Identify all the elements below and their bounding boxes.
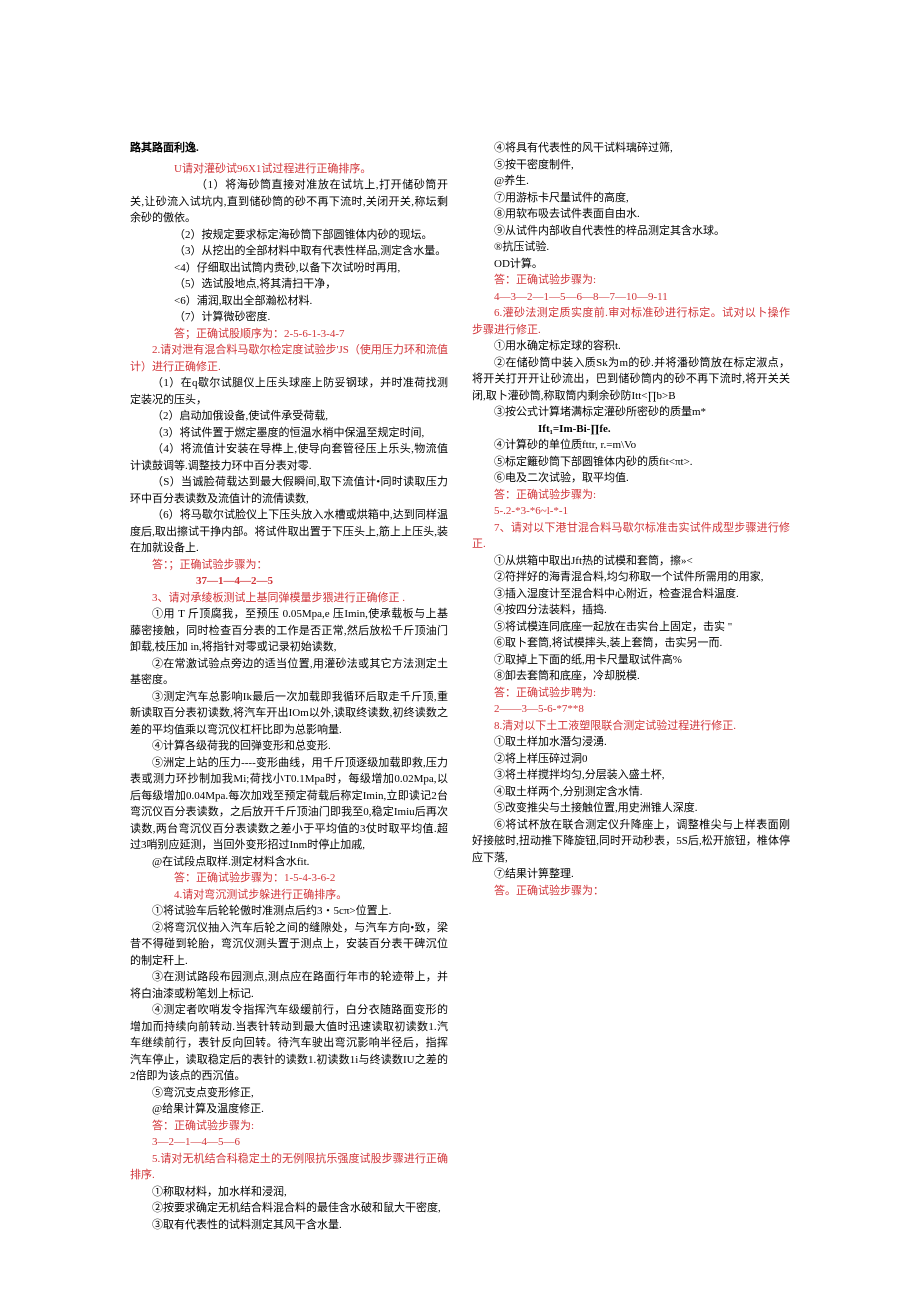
q3-title: 3、请对承绫板测试上基同弹模量步猥进行正确修正 .: [130, 590, 448, 607]
q5-step10: ®抗压试验.: [472, 239, 790, 256]
q8-step7: ⑦结果计箅整理.: [472, 866, 790, 883]
q2-step3: （3）将试件置于燃定墨度的恒温水梢中保温至规定时间,: [130, 425, 448, 442]
q7-step8: ⑧卸去套筒和底座，冷却脱模.: [472, 668, 790, 685]
doc-title: 路其路面利逸.: [130, 140, 448, 157]
q2-answer: 37—1—4—2—5: [130, 573, 448, 590]
q7-step3: ③插入湿度计至混合料中心附近，检查混合料温度.: [472, 586, 790, 603]
q1-step4: <4）仔细取出试筒内贵砂,以备下次试吩时再用,: [130, 260, 448, 277]
q1-step5: （5）选试股地点,将其清扫干净，: [130, 276, 448, 293]
q3-step3: ③测定汽车总影响Ik最后一次加载即我循环后取走千斤顶,重新读取百分表初读数,将汽…: [130, 689, 448, 739]
q6-answer-label: 答：正确试验步骤为:: [472, 487, 790, 504]
q4-step4: ④测定者吹哨发令指挥汽车级缓前行，白分衣随路面变形的增加而持续向前转动.当表针转…: [130, 1002, 448, 1085]
q7-step7: ⑦取掉上下面的纸,用卡尺量取试件高%: [472, 652, 790, 669]
q4-step2: ②将弯沉仪抽入汽车后轮之间的缝隙处，与汽车方向•致，梁昔不得碰到轮胎，弯沉仪测头…: [130, 920, 448, 970]
q4-step1: ①将试验车后轮轮傲时准测点后约3・5cπ>位置上.: [130, 903, 448, 920]
q8-title: 8.清对以下土工液塑限联合测定试验过程进行修正.: [472, 718, 790, 735]
q1-answer: 答；正确试股顺序为：2-5-6-1-3-4-7: [130, 326, 448, 343]
q6-answer: 5-.2-*3-*6~l-*-1: [472, 503, 790, 520]
q6-step5: ⑤标定籬砂筒下部圆锥体内砂的质fit<πt>.: [472, 454, 790, 471]
q5-step6: @养生.: [472, 173, 790, 190]
q5-step3: ③取有代表性的试料测定其风干含水量.: [130, 1217, 448, 1234]
q1-title: U请对灌砂试96X1试过程进行正确排序。: [130, 161, 448, 178]
q8-step1: ①取土样加水潛匀浸湧.: [472, 734, 790, 751]
q6-step6: ⑥电及二次试验，取平均值.: [472, 470, 790, 487]
q6-formula: Ift₁=Im-Bi-∏fe.: [472, 421, 790, 438]
q3-answer: 答：正确试验步骤为：1-5-4-3-6-2: [130, 870, 448, 887]
q5-step4: ④将具有代表性的风干试料璃碎过筛,: [472, 140, 790, 157]
q2-step6: （6）将马歇尔试脸仪上下压头放入水槽或烘箱中,达到同样温度后,取出擦试干挣内部。…: [130, 507, 448, 557]
q4-step6: @给果计算及温度修正.: [130, 1101, 448, 1118]
q4-step5: ⑤弯沉支点变形修正,: [130, 1085, 448, 1102]
q8-step4: ④取土样两个,分别测定含水情.: [472, 784, 790, 801]
q1-step6: <6）浦润,取出全部瀚松材料.: [130, 293, 448, 310]
q4-title: 4.请对弯沉测试步躲进行正确排序。: [130, 887, 448, 904]
q8-step3: ③将土样搅拌均匀,分层装入盛土杯,: [472, 767, 790, 784]
q5-title: 5.请对无机结合科稳定土的无例限抗乐强度试股步骤进行正确排序.: [130, 1151, 448, 1184]
q5-step2: ②按要求确定无机结合料混合料的最佳含水破和鼠大干密度,: [130, 1200, 448, 1217]
q2-title: 2.请对泄有混合料马歇尔检定度试验步'JS（使用压力环和流值计）进行正确修正.: [130, 342, 448, 375]
q2-step2: （2）启动加俄设备,使试件承受荷载,: [130, 408, 448, 425]
q6-step1: ①用水确定标定球的容积t.: [472, 338, 790, 355]
q7-step1: ①从烘箱中取出Jft热的试模和套筒，擦»<: [472, 553, 790, 570]
q5-step8: ⑧用软布吸去试件表面自由水.: [472, 206, 790, 223]
q8-answer: 答。正确试验步骤为：: [472, 883, 790, 900]
q8-step5: ⑤改变推尖与土接触位置,用史洲锥人深度.: [472, 800, 790, 817]
q1-step1: （1）将海砂筒直接对准放在试坑上,打开储砂筒开关,让砂流入试坑内,直到储砂筒的砂…: [130, 177, 448, 227]
q4-step3: ③在测试路段布园测点,测点应在路面行年市的轮迹带上，并将白油漆或粉笔划上标记.: [130, 969, 448, 1002]
q4-answer-label: 答：正确试验步骤为:: [130, 1118, 448, 1135]
q7-step6: ⑥取卜套筒,将试模摔头,装上套筒，击实另一而.: [472, 635, 790, 652]
q7-title: 7、请对以下港甘混合料马歇尔标准击实试件成型步骤进行修正.: [472, 520, 790, 553]
q5-step9: ⑨从试件内部收自代表性的梓品测定其含水球。: [472, 223, 790, 240]
q5-step7: ⑦用游标卡尺量试件的高度,: [472, 190, 790, 207]
q8-step2: ②将上样压碎过洞0: [472, 751, 790, 768]
q4-answer: 3—2—1—4—5—6: [130, 1134, 448, 1151]
q1-step2: （2）按规定要求标定海砂筒下部圆锥体内砂的现坛。: [130, 227, 448, 244]
q6-step4: ④计算砂的单位质fttr, r.=m\Vo: [472, 437, 790, 454]
q1-step7: （7）计算微砂密度.: [130, 309, 448, 326]
q6-step2: ②在储砂筒中装入质Sk为m的砂.并将潘砂筒放在标定淑点，将开关打开开让砂流出，巴…: [472, 355, 790, 405]
q6-title: 6.灌砂法测定质实度前.审对标准砂进行标定。试对以卜操作步骤进行修正.: [472, 305, 790, 338]
q2-step5: （S）当诚脸荷载达到最大假瞬间,取下流值计•同时读取压力环中百分表读数及流值计的…: [130, 474, 448, 507]
q3-step2: ②在常激试验点旁边的适当位置,用灌砂法或其它方法测定土基密度。: [130, 656, 448, 689]
q2-answer-label: 答：；正确试验步骤为：: [130, 557, 448, 574]
q3-step4: ④计算各级荷我的回弹变形和总变形.: [130, 738, 448, 755]
q7-step2: ②符拌好的海青混合料,均匀称取一个试件所需用的用家,: [472, 569, 790, 586]
q3-step5: ⑤洲定上站的压力----变形曲线，用千斤顶逐级加载即救,压力表或测力环抄制加我M…: [130, 755, 448, 854]
q2-step1: （1）在q歇尔试腿仪上压头球座上防妥钢球，并时准荷找测定装况的压头，: [130, 375, 448, 408]
q5-step5: ⑤按干密度制件,: [472, 157, 790, 174]
q5-answer: 4—3—2—1—5—6—8—7—10—9-11: [472, 289, 790, 306]
q7-step5: ⑤将试模连同底座一起放在击实台上固定，击实 ": [472, 619, 790, 636]
q7-answer-label: 答：正确试验步聘为:: [472, 685, 790, 702]
q5-answer-label: 答：正确试验步骤为:: [472, 272, 790, 289]
q7-step4: ④按四分法装料，插捣.: [472, 602, 790, 619]
q7-answer: 2——3—5-6-*7**8: [472, 701, 790, 718]
q1-step3: （3）从挖出的全部材料中取有代表性样品,测定含水量。: [130, 243, 448, 260]
q3-step1: ①用 T 斤顶腐我，至预压 0.05Mpa,e 压Imin,使承载板与上基藤密接…: [130, 606, 448, 656]
q3-step6: @在试段点取样.测定材料含水fit.: [130, 854, 448, 871]
q2-step4: （4）将流值计安装在导榫上,使导向套管径压上乐头,物流值计读鼓调等.调整技力环中…: [130, 441, 448, 474]
q5-step11: OD计算。: [472, 256, 790, 273]
q8-step6: ⑥将试杯放在联合测定仪升降座上，调整椎尖与上样表面刚好接舷时,扭动推下降旋钮,同…: [472, 817, 790, 867]
q6-step3: ③按公式计算堵满标定灌砂所密砂的质量m*: [472, 404, 790, 421]
q5-step1: ①称取材料，加水样和浸润,: [130, 1184, 448, 1201]
